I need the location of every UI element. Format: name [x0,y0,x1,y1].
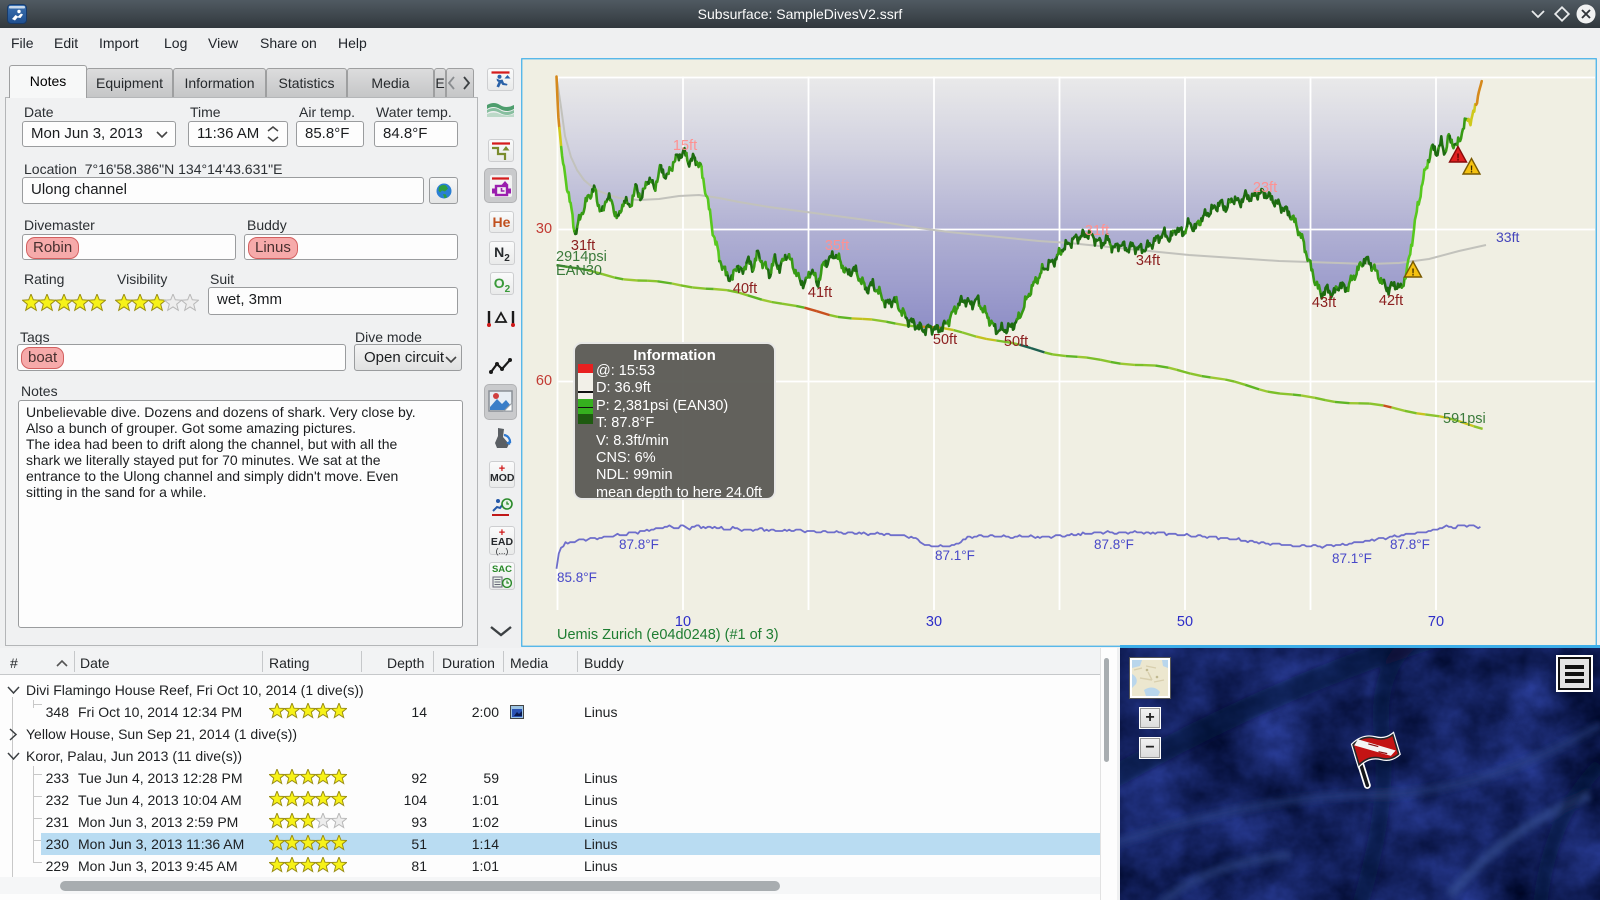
svg-text:!: ! [1411,268,1414,279]
svg-text:Uemis Zurich (e04d0248) (#1 of: Uemis Zurich (e04d0248) (#1 of 3) [557,627,779,643]
svg-text:70: 70 [1428,614,1444,630]
svg-text:43ft: 43ft [1312,295,1336,311]
svg-text:23ft: 23ft [1253,180,1277,196]
svg-text:50ft: 50ft [933,332,957,348]
svg-text:EAN30: EAN30 [556,263,602,279]
svg-text:15ft: 15ft [673,138,697,154]
svg-text:!: ! [1456,153,1459,164]
svg-text:50: 50 [1177,614,1193,630]
svg-text:30: 30 [926,614,942,630]
svg-text:87.8°F: 87.8°F [1390,537,1430,552]
svg-text:87.8°F: 87.8°F [1094,537,1134,552]
svg-text:60: 60 [536,373,552,389]
svg-text:41ft: 41ft [808,285,832,301]
svg-text:42ft: 42ft [1379,293,1403,309]
svg-text:87.1°F: 87.1°F [1332,551,1372,566]
svg-text:40ft: 40ft [733,281,757,297]
svg-text:50ft: 50ft [1004,334,1028,350]
svg-text:!: ! [1470,165,1473,176]
svg-text:87.8°F: 87.8°F [619,537,659,552]
svg-text:35ft: 35ft [825,238,849,254]
svg-text:31ft: 31ft [1085,223,1109,239]
svg-text:30: 30 [536,221,552,237]
svg-text:591psi: 591psi [1443,411,1486,427]
svg-text:34ft: 34ft [1136,253,1160,269]
svg-text:33ft: 33ft [1496,229,1519,245]
svg-text:85.8°F: 85.8°F [557,570,597,585]
svg-text:87.1°F: 87.1°F [935,548,975,563]
